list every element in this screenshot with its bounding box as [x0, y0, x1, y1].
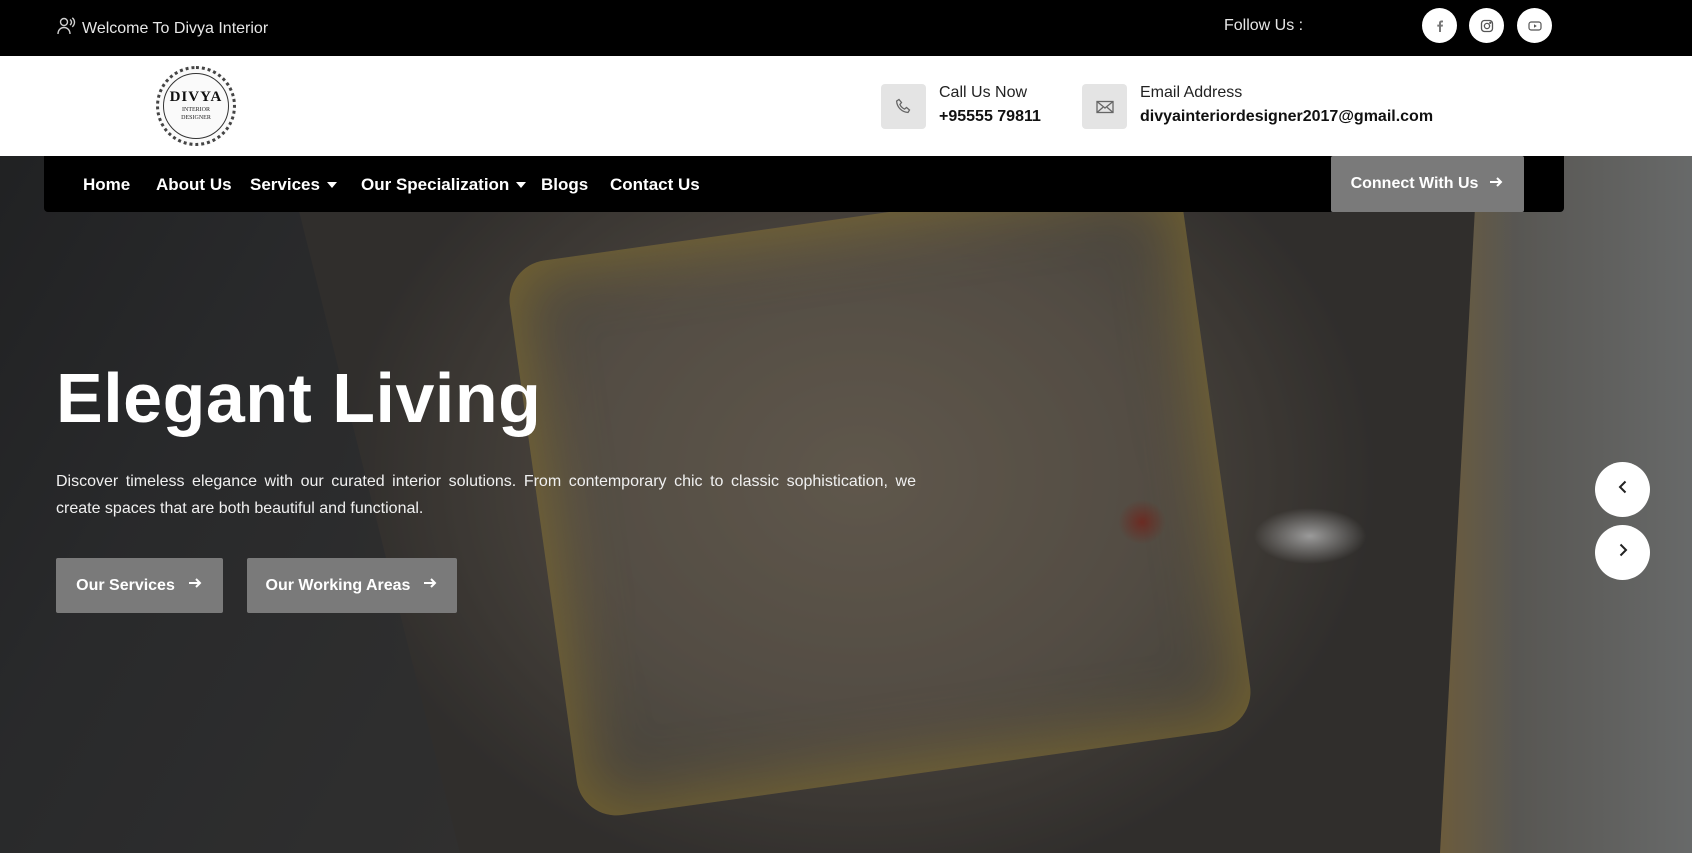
nav-item-contact-us[interactable]: Contact Us [610, 175, 700, 195]
hero-title: Elegant Living [56, 359, 542, 437]
logo-line-3: DESIGNER [181, 114, 211, 121]
facebook-icon[interactable] [1422, 8, 1457, 43]
nav-item-label: Our Specialization [361, 175, 510, 194]
email-label: Email Address [1140, 84, 1243, 101]
logo-line-2: INTERIOR [182, 107, 210, 114]
logo-line-1: DIVYA [169, 89, 223, 106]
arrow-right-icon [422, 575, 438, 596]
follow-us-label: Follow Us : [1224, 17, 1304, 34]
nav-item-services[interactable]: Services [250, 175, 337, 195]
chevron-right-icon [1614, 541, 1632, 564]
slider-prev-button[interactable] [1595, 462, 1650, 517]
site-logo[interactable]: DIVYA INTERIOR DESIGNER [156, 66, 236, 146]
nav-item-about-us[interactable]: About Us [156, 175, 232, 195]
our-working-areas-button[interactable]: Our Working Areas [247, 558, 457, 613]
caret-down-icon [326, 182, 337, 188]
our-working-areas-label: Our Working Areas [265, 576, 411, 594]
envelope-icon [1082, 84, 1127, 129]
site-header: DIVYA INTERIOR DESIGNER Call Us Now +955… [0, 56, 1692, 156]
phone-icon [881, 84, 926, 129]
nav-item-label: About Us [156, 175, 232, 194]
nav-item-label: Blogs [541, 175, 589, 194]
nav-item-label: Contact Us [610, 175, 700, 194]
youtube-icon[interactable] [1517, 8, 1552, 43]
logo-emblem: DIVYA INTERIOR DESIGNER [163, 73, 229, 139]
nav-item-label: Home [83, 175, 131, 194]
connect-button-label: Connect With Us [1350, 175, 1479, 192]
welcome-text: Welcome To Divya Interior [82, 19, 269, 37]
instagram-icon[interactable] [1469, 8, 1504, 43]
welcome-message: Welcome To Divya Interior [56, 16, 268, 41]
chevron-left-icon [1614, 478, 1632, 501]
slider-next-button[interactable] [1595, 525, 1650, 580]
connect-with-us-button[interactable]: Connect With Us [1331, 156, 1524, 212]
nav-item-our-specialization[interactable]: Our Specialization [361, 175, 527, 195]
top-bar: Welcome To Divya Interior Follow Us : [0, 0, 1692, 56]
email-address[interactable]: divyainteriordesigner2017@gmail.com [1140, 108, 1433, 126]
arrow-right-icon [187, 575, 203, 596]
phone-number[interactable]: +95555 79811 [939, 108, 1041, 126]
our-services-label: Our Services [76, 576, 175, 594]
user-speaking-icon [56, 16, 76, 41]
main-navigation: Home About Us Services Our Specializatio… [44, 156, 1564, 212]
call-label: Call Us Now [939, 84, 1028, 101]
caret-down-icon [516, 182, 527, 188]
our-services-button[interactable]: Our Services [56, 558, 223, 613]
nav-item-home[interactable]: Home [83, 175, 130, 195]
nav-item-blogs[interactable]: Blogs [541, 175, 588, 195]
hero-description: Discover timeless elegance with our cura… [56, 473, 916, 517]
nav-item-label: Services [250, 175, 320, 194]
arrow-right-icon [1488, 174, 1504, 195]
